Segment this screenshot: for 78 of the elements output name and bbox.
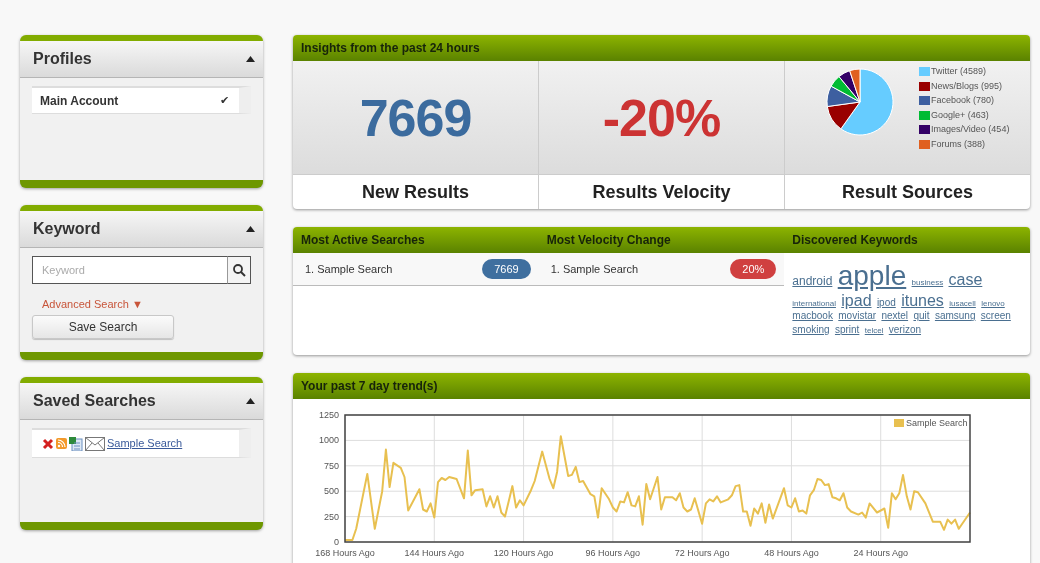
axis-label: 96 Hours Ago <box>585 548 641 558</box>
axis-label: 72 Hours Ago <box>674 548 730 558</box>
keyword-link[interactable]: movistar <box>838 310 877 322</box>
search-row[interactable]: 1. Sample Search 7669 <box>293 253 539 286</box>
mail-icon[interactable] <box>85 436 105 451</box>
legend-swatch <box>919 110 930 120</box>
collapse-icon[interactable] <box>246 226 255 232</box>
keyword-link[interactable]: verizon <box>888 323 921 335</box>
keyword-link[interactable]: international <box>792 299 836 309</box>
axis-label: 750 <box>323 460 339 471</box>
stat-label: Result Sources <box>841 180 973 204</box>
legend-swatch <box>894 419 904 427</box>
collapse-icon[interactable] <box>246 56 255 62</box>
legend-swatch <box>919 67 930 77</box>
legend-swatch <box>919 81 930 91</box>
axis-label: 144 Hours Ago <box>404 548 465 558</box>
keyword-link[interactable]: business <box>911 279 944 288</box>
search-field[interactable]: Keyword <box>32 256 227 284</box>
keyword-link[interactable]: itunes <box>901 291 944 310</box>
legend-label: Twitter (4589) <box>931 65 987 78</box>
keyword-link[interactable]: ipod <box>876 296 896 308</box>
axis-label: 0 <box>334 537 339 547</box>
panel-title: Profiles <box>33 49 92 69</box>
stat-value: -20% <box>602 87 721 149</box>
axis-label: 1000 <box>318 435 339 446</box>
legend-label: News/Blogs (995) <box>931 79 1003 93</box>
axis-label: 500 <box>323 486 339 497</box>
spreadsheet-icon[interactable] <box>69 436 83 451</box>
axis-label: 120 Hours Ago <box>493 548 554 558</box>
search-icon <box>232 263 246 277</box>
search-row[interactable]: 1. Sample Search 20% <box>538 253 785 286</box>
column-header: Most Active Searches <box>293 227 539 253</box>
count-pill: 7669 <box>482 258 531 280</box>
legend-swatch <box>919 125 930 135</box>
panel-title: Insights from the past 24 hours <box>293 35 1030 61</box>
axis-label: 24 Hours Ago <box>853 548 908 558</box>
legend-swatch <box>919 139 930 149</box>
panel-title: Saved Searches <box>33 391 156 411</box>
delete-icon[interactable] <box>42 437 54 450</box>
keyword-link[interactable]: smoking <box>792 323 830 335</box>
check-mark: ✔ <box>220 93 229 109</box>
saved-search-link[interactable]: Sample Search <box>107 435 183 452</box>
keyword-link[interactable]: lenovo <box>981 299 1005 309</box>
axis-label: 48 Hours Ago <box>764 548 819 558</box>
legend-label: Sample Search <box>906 418 968 428</box>
keyword-link[interactable]: screen <box>980 310 1011 322</box>
keyword-link[interactable]: sprint <box>834 323 860 335</box>
legend-label: Forums (388) <box>931 137 985 151</box>
panel-title: Keyword <box>33 219 101 239</box>
advanced-search-link[interactable]: Advanced Search ▼ <box>42 296 143 313</box>
keyword-link[interactable]: quit <box>913 310 930 322</box>
keyword-link[interactable]: ipad <box>841 291 872 310</box>
column-header: Most Velocity Change <box>538 227 785 253</box>
keyword-link[interactable]: apple <box>837 261 907 292</box>
save-search-button[interactable]: Save Search <box>32 314 174 339</box>
column-header: Discovered Keywords <box>784 227 1030 253</box>
count-pill: 20% <box>730 258 777 280</box>
profile-item[interactable]: Main Account ✔ <box>32 86 251 114</box>
stat-label: Results Velocity <box>592 180 731 204</box>
stat-value: 7669 <box>359 87 472 149</box>
legend-swatch <box>919 96 930 106</box>
keyword-link[interactable]: android <box>792 275 833 289</box>
stat-label: New Results <box>361 180 469 204</box>
keyword-link[interactable]: samsung <box>934 310 976 322</box>
keyword-link[interactable]: iusacell <box>949 299 976 309</box>
keyword-link[interactable]: case <box>948 271 983 289</box>
keyword-link[interactable]: nextel <box>881 310 909 322</box>
axis-label: 168 Hours Ago <box>315 548 375 558</box>
legend-label: Images/Video (454) <box>931 123 1010 136</box>
legend-label: Google+ (463) <box>931 108 989 122</box>
keyword-link[interactable]: telcel <box>864 326 884 336</box>
axis-label: 1250 <box>318 410 339 420</box>
axis-label: 250 <box>323 511 339 522</box>
panel-title: Your past 7 day trend(s) <box>293 373 1030 399</box>
search-button[interactable] <box>227 256 251 284</box>
collapse-icon[interactable] <box>246 398 255 404</box>
legend-label: Facebook (780) <box>931 94 995 107</box>
keyword-link[interactable]: macbook <box>792 310 833 322</box>
